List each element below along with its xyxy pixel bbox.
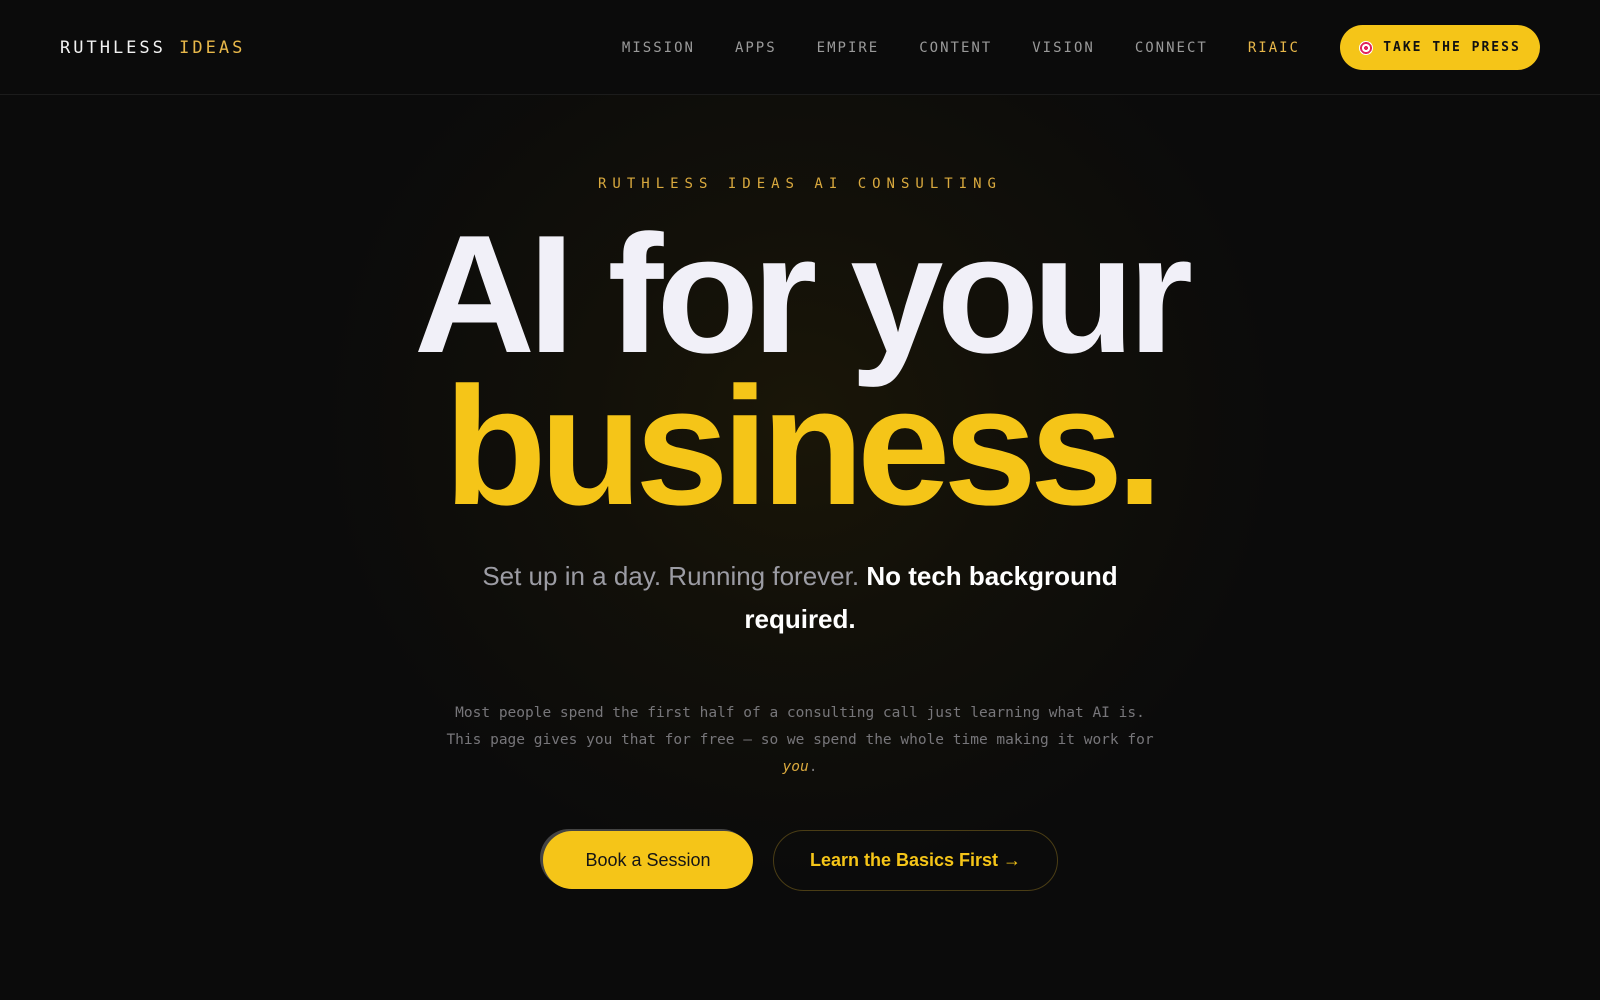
nav-link-empire[interactable]: EMPIRE (817, 40, 880, 56)
nav-link-vision[interactable]: VISION (1032, 40, 1095, 56)
body-emphasis: you (782, 759, 809, 775)
body-end: . (808, 759, 818, 775)
headline-line-2: business. (444, 352, 1163, 540)
hero-subhead: Set up in a day. Running forever. No tec… (450, 555, 1150, 641)
top-navigation: RUTHLESS IDEAS MISSION APPS EMPIRE CONTE… (0, 0, 1600, 95)
nav-links: MISSION APPS EMPIRE CONTENT VISION CONNE… (622, 40, 1300, 56)
nav-link-connect[interactable]: CONNECT (1135, 40, 1208, 56)
body-main: Most people spend the first half of a co… (446, 705, 1154, 748)
brand-logo[interactable]: RUTHLESS IDEAS (60, 38, 245, 58)
nav-link-content[interactable]: CONTENT (919, 40, 992, 56)
target-icon (1359, 40, 1374, 55)
page: RUTHLESS IDEAS MISSION APPS EMPIRE CONTE… (0, 0, 1600, 1000)
take-the-press-button[interactable]: TAKE THE PRESS (1340, 25, 1540, 70)
headline-line-1: AI for your (413, 200, 1193, 388)
nav-link-mission[interactable]: MISSION (622, 40, 695, 56)
nav-link-riaic[interactable]: RIAIC (1248, 40, 1300, 56)
take-the-press-label: TAKE THE PRESS (1383, 40, 1521, 55)
brand-primary: RUTHLESS (60, 38, 166, 58)
subhead-regular: Set up in a day. Running forever. (482, 561, 860, 591)
learn-basics-button[interactable]: Learn the Basics First → (773, 830, 1058, 891)
brand-accent: IDEAS (179, 38, 246, 58)
hero-body-copy: Most people spend the first half of a co… (440, 700, 1160, 781)
hero-headline: AI for your business. (0, 200, 1600, 540)
nav-link-apps[interactable]: APPS (735, 40, 777, 56)
hero-eyebrow: RUTHLESS IDEAS AI CONSULTING (597, 176, 1002, 192)
book-session-button[interactable]: Book a Session (543, 831, 753, 889)
